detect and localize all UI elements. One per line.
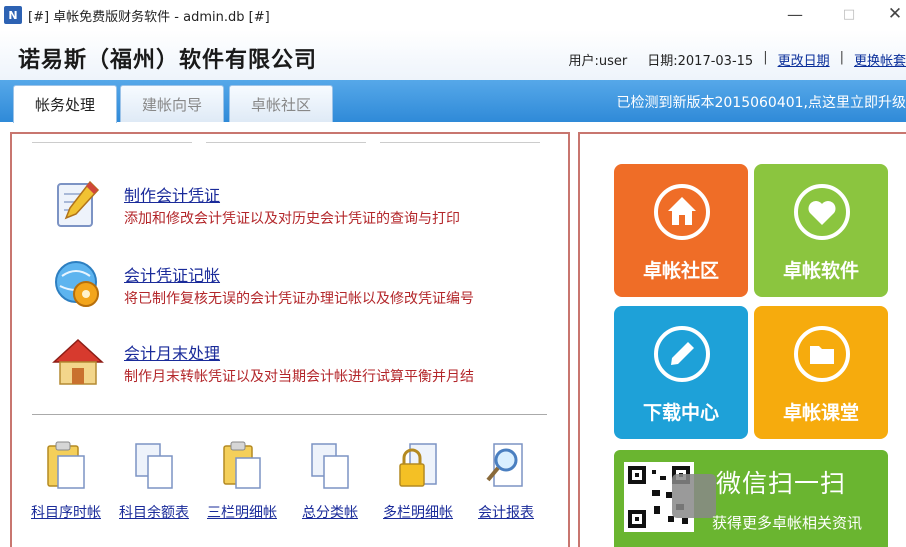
tile-label: 下载中心 [642,402,719,424]
function-description: 制作月末转帐凭证以及对当期会计帐进行试算平衡并月结 [124,369,474,385]
report-multi-column[interactable]: 多栏明细帐 [378,436,458,526]
pencil-shape [671,342,694,365]
stub [206,142,366,146]
pencil-edit-icon [57,180,100,227]
qr-overlay [672,474,716,518]
home-shape [668,197,696,225]
window-title: [#] 卓帐免费版财务软件 - admin.db [#] [28,9,270,25]
tile-label: 卓帐社区 [642,260,719,282]
report-financial[interactable]: 会计报表 [466,436,546,526]
title-bar: N [#] 卓帐免费版财务软件 - admin.db [#] — □ ✕ [0,0,906,30]
change-date-link[interactable]: 更改日期 [778,50,830,69]
documents-icon [135,443,173,489]
report-label[interactable]: 科目余额表 [114,502,194,522]
function-description: 添加和修改会计凭证以及对历史会计凭证的查询与打印 [124,211,460,227]
report-balance[interactable]: 科目余额表 [114,436,194,526]
separator: | [763,50,768,65]
update-notice-link[interactable]: 已检测到新版本2015060401,点这里立即升级 [616,92,906,112]
report-journal[interactable]: 科目序时帐 [26,436,106,526]
wechat-subtitle: 获得更多卓帐相关资讯 [712,514,863,532]
function-description: 将已制作复核无误的会计凭证办理记帐以及修改凭证编号 [124,291,474,307]
documents-icon [311,443,349,489]
report-label[interactable]: 会计报表 [466,502,546,522]
report-shortcuts: 科目序时帐 科目余额表 三栏明细帐 总分类帐 多栏明细帐 会计报表 [26,436,556,526]
function-title[interactable]: 制作会计凭证 [124,182,220,206]
house-icon [52,338,104,385]
user-label: 用户:user [568,54,628,69]
tab-accounting[interactable]: 帐务处理 [13,85,117,123]
date-label: 日期:2017-03-15 [647,54,754,69]
function-month-end[interactable]: 会计月末处理 制作月末转帐凭证以及对当期会计帐进行试算平衡并月结 [52,336,552,396]
separator: | [839,50,844,65]
report-label[interactable]: 科目序时帐 [26,502,106,522]
clipboard-icon [47,441,85,489]
app-header: 诺易斯（福州）软件有限公司 用户:user 日期:2017-03-15 | 更改… [0,30,906,80]
tile-download[interactable]: 下载中心 [614,306,748,439]
community-panel: 卓帐社区 卓帐软件 下载中心 卓帐课堂 微信扫一扫 获得更多卓帐相关资讯 [578,132,906,547]
function-title[interactable]: 会计凭证记帐 [124,262,220,286]
function-post-voucher[interactable]: 会计凭证记帐 将已制作复核无误的会计凭证办理记帐以及修改凭证编号 [52,258,552,318]
report-label[interactable]: 多栏明细帐 [378,502,458,522]
magnifier-icon [486,443,523,487]
tab-community[interactable]: 卓帐社区 [229,85,333,122]
user-info-bar: 用户:user 日期:2017-03-15 | 更改日期 | 更换帐套 [569,50,906,69]
accounting-panel: 制作会计凭证 添加和修改会计凭证以及对历史会计凭证的查询与打印 会计凭证记帐 将… [10,132,570,547]
heart-shape [808,201,836,225]
folder-icon [794,326,850,382]
tile-software[interactable]: 卓帐软件 [754,164,888,297]
report-label[interactable]: 总分类帐 [290,502,370,522]
tile-label: 卓帐软件 [782,260,859,282]
home-icon [654,184,710,240]
tab-bar: 帐务处理 建帐向导 卓帐社区 已检测到新版本2015060401,点这里立即升级 [0,80,906,123]
tab-setup-wizard[interactable]: 建帐向导 [120,85,224,122]
change-book-link[interactable]: 更换帐套 [854,50,906,69]
globe-gear-icon [55,261,99,307]
panel-top-stubs [32,142,540,146]
app-logo-icon: N [4,6,22,24]
company-name: 诺易斯（福州）软件有限公司 [18,47,318,73]
stub [380,142,540,146]
tile-classroom[interactable]: 卓帐课堂 [754,306,888,439]
minimize-icon[interactable]: — [784,4,806,24]
report-general-ledger[interactable]: 总分类帐 [290,436,370,526]
close-icon[interactable]: ✕ [884,4,906,24]
tile-community[interactable]: 卓帐社区 [614,164,748,297]
folder-shape [810,346,834,364]
report-three-column[interactable]: 三栏明细帐 [202,436,282,526]
lock-document-icon [399,443,437,487]
wechat-title: 微信扫一扫 [716,469,847,498]
function-make-voucher[interactable]: 制作会计凭证 添加和修改会计凭证以及对历史会计凭证的查询与打印 [52,178,552,238]
function-title[interactable]: 会计月末处理 [124,340,220,364]
divider [32,414,547,415]
maximize-icon[interactable]: □ [838,4,860,24]
clipboard-doc-icon [223,441,261,489]
stub [32,142,192,146]
heart-icon [794,184,850,240]
report-label[interactable]: 三栏明细帐 [202,502,282,522]
wechat-banner[interactable]: 微信扫一扫 获得更多卓帐相关资讯 [614,450,888,547]
tile-label: 卓帐课堂 [782,402,859,424]
pencil-icon [654,326,710,382]
